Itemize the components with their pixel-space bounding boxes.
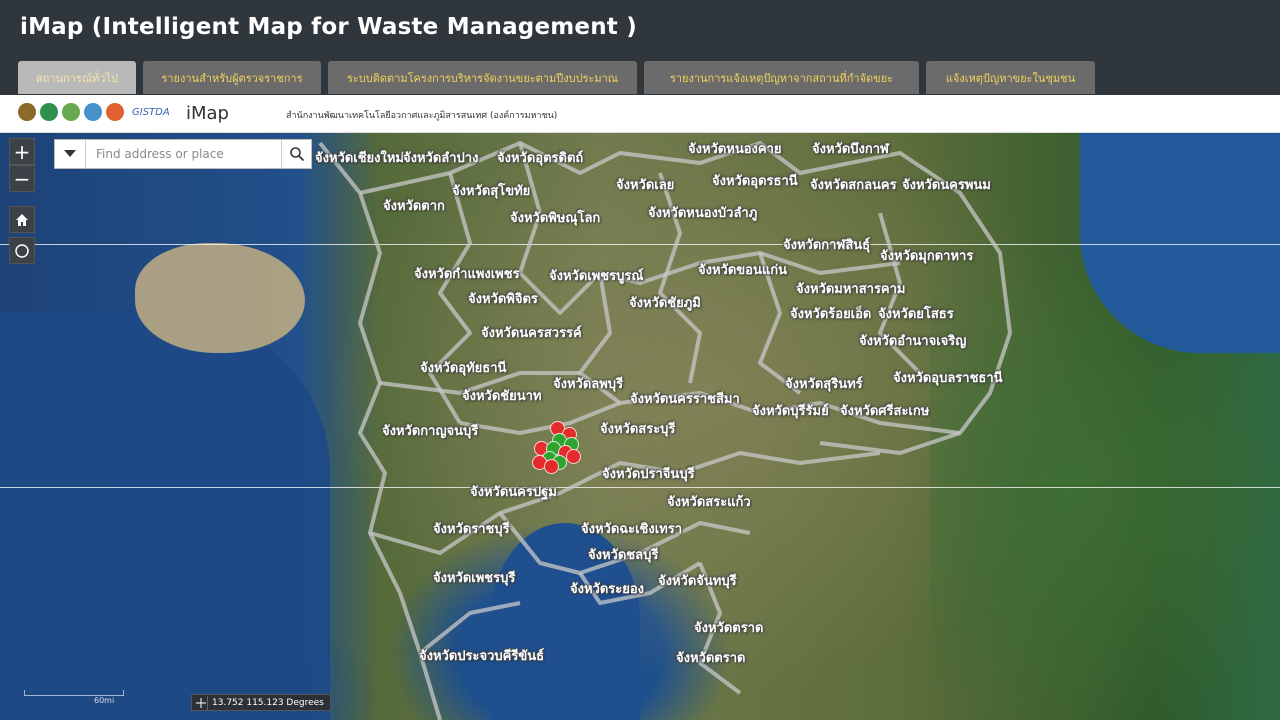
province-label: จังหวัดอุดรธานี — [712, 174, 798, 189]
search-icon — [289, 147, 304, 162]
province-label: จังหวัดฉะเชิงเทรา — [581, 522, 683, 537]
province-label: จังหวัดนครราชสีมา — [630, 392, 740, 407]
anniversary-logo — [106, 103, 124, 121]
province-label: จังหวัดมหาสารคาม — [796, 282, 906, 297]
app-header: iMap (Intelligent Map for Waste Manageme… — [0, 0, 1280, 95]
search-source-dropdown[interactable] — [55, 140, 86, 168]
province-label: จังหวัดอุตรดิตถ์ — [497, 151, 584, 166]
waste-site-marker-cluster — [528, 421, 588, 476]
crosshair-icon — [194, 695, 208, 710]
zoom-controls: + − — [9, 138, 35, 192]
province-label: จังหวัดนครสวรรค์ — [481, 326, 582, 341]
province-label: จังหวัดสระแก้ว — [667, 495, 751, 510]
scale-label: 60mi — [94, 696, 115, 705]
zoom-out-button[interactable]: − — [9, 165, 35, 192]
coordinate-display[interactable]: 13.752 115.123 Degrees — [191, 694, 331, 711]
partner-logos: GISTDA — [18, 103, 170, 121]
province-label: จังหวัดสระบุรี — [600, 422, 676, 437]
province-label: จังหวัดบุรีรัมย์ — [752, 404, 829, 419]
province-label: จังหวัดนครปฐม — [470, 485, 557, 500]
province-label: จังหวัดบึงกาฬ — [812, 142, 889, 157]
organization-label: สำนักงานพัฒนาเทคโนโลยีอวกาศและภูมิสารสนเ… — [286, 111, 558, 121]
logo-bar: GISTDA iMap สำนักงานพัฒนาเทคโนโลยีอวกาศแ… — [0, 95, 1280, 133]
search-widget — [54, 139, 312, 169]
province-label: จังหวัดกาฬสินธุ์ — [783, 238, 871, 253]
province-label: จังหวัดร้อยเอ็ด — [790, 307, 872, 322]
province-label: จังหวัดกาญจนบุรี — [382, 424, 479, 439]
province-label: จังหวัดจันทบุรี — [658, 574, 737, 589]
province-label: จังหวัดเชียงใหม่ — [315, 151, 404, 166]
province-label: จังหวัดลพบุรี — [553, 377, 624, 392]
department-logo — [62, 103, 80, 121]
province-label: จังหวัดเพชรบุรี — [433, 571, 516, 586]
tab-community-report[interactable]: แจ้งเหตุปัญหาขยะในชุมชน — [926, 61, 1095, 94]
province-label: จังหวัดชลบุรี — [588, 548, 659, 563]
home-icon — [16, 213, 28, 226]
province-label: จังหวัดราชบุรี — [433, 522, 510, 537]
province-label: จังหวัดลำปาง — [403, 151, 479, 166]
chevron-down-icon — [64, 150, 76, 157]
province-label: จังหวัดหนองบัวลำภู — [648, 206, 758, 221]
province-label: จังหวัดชัยนาท — [462, 389, 542, 404]
province-label: จังหวัดตราด — [694, 621, 764, 636]
search-input[interactable] — [86, 140, 281, 168]
province-label: จังหวัดศรีสะเกษ — [840, 404, 930, 419]
map-view[interactable]: จังหวัดเชียงใหม่ จังหวัดลำปาง จังหวัดอุต… — [0, 133, 1280, 720]
province-label: จังหวัดสกลนคร — [810, 178, 897, 193]
pcd-logo — [84, 103, 102, 121]
search-button[interactable] — [281, 140, 311, 168]
province-label: จังหวัดชัยภูมิ — [629, 296, 701, 311]
tab-bar: สถานการณ์ทั่วไป รายงานสำหรับผู้ตรวจราชกา… — [18, 61, 1095, 94]
province-label: จังหวัดตราด — [676, 651, 746, 666]
province-label: จังหวัดขอนแก่น — [698, 263, 787, 278]
province-label: จังหวัดกำแพงเพชร — [414, 267, 520, 282]
province-label: จังหวัดพิษณุโลก — [510, 211, 601, 226]
locate-icon — [15, 243, 29, 258]
waste-site-marker[interactable] — [544, 459, 559, 474]
province-label: จังหวัดเลย — [616, 178, 675, 193]
province-label: จังหวัดระยอง — [570, 582, 645, 597]
gistda-logo: GISTDA — [132, 106, 170, 118]
waste-site-marker[interactable] — [566, 449, 581, 464]
app-title: iMap (Intelligent Map for Waste Manageme… — [20, 14, 637, 40]
province-label: จังหวัดนครพนม — [902, 178, 991, 193]
province-label: จังหวัดหนองคาย — [688, 142, 782, 157]
province-label: จังหวัดยโสธร — [878, 307, 954, 322]
tab-inspector-report[interactable]: รายงานสำหรับผู้ตรวจราชการ — [143, 61, 321, 94]
locate-button[interactable] — [9, 237, 35, 264]
agency-logo — [40, 103, 58, 121]
province-label: จังหวัดอุทัยธานี — [420, 361, 507, 376]
scale-bar: 60mi — [24, 690, 124, 705]
province-label: จังหวัดปราจีนบุรี — [602, 467, 695, 482]
province-label: จังหวัดเพชรบูรณ์ — [549, 269, 644, 284]
tab-project-tracking[interactable]: ระบบติดตามโครงการบริหารจัดงานขยะตามปีงบป… — [328, 61, 637, 94]
ministry-logo — [18, 103, 36, 121]
tab-general-situation[interactable]: สถานการณ์ทั่วไป — [18, 61, 136, 94]
province-label: จังหวัดสุรินทร์ — [785, 377, 863, 392]
province-label: จังหวัดพิจิตร — [468, 292, 538, 307]
app-window: iMap (Intelligent Map for Waste Manageme… — [0, 0, 1280, 720]
tab-disposal-site-report[interactable]: รายงานการแจ้งเหตุปัญหาจากสถานที่กำจัดขยะ — [644, 61, 919, 94]
coordinate-text: 13.752 115.123 Degrees — [212, 697, 324, 708]
province-label: จังหวัดอำนาจเจริญ — [859, 334, 967, 349]
imap-label: iMap — [186, 103, 229, 124]
province-label: จังหวัดมุกดาหาร — [880, 249, 974, 264]
zoom-in-button[interactable]: + — [9, 138, 35, 165]
province-label: จังหวัดประจวบคีรีขันธ์ — [419, 649, 545, 664]
province-label: จังหวัดสุโขทัย — [452, 184, 531, 199]
home-button[interactable] — [9, 206, 35, 233]
province-label: จังหวัดอุบลราชธานี — [893, 371, 1003, 386]
province-label: จังหวัดตาก — [383, 199, 445, 214]
